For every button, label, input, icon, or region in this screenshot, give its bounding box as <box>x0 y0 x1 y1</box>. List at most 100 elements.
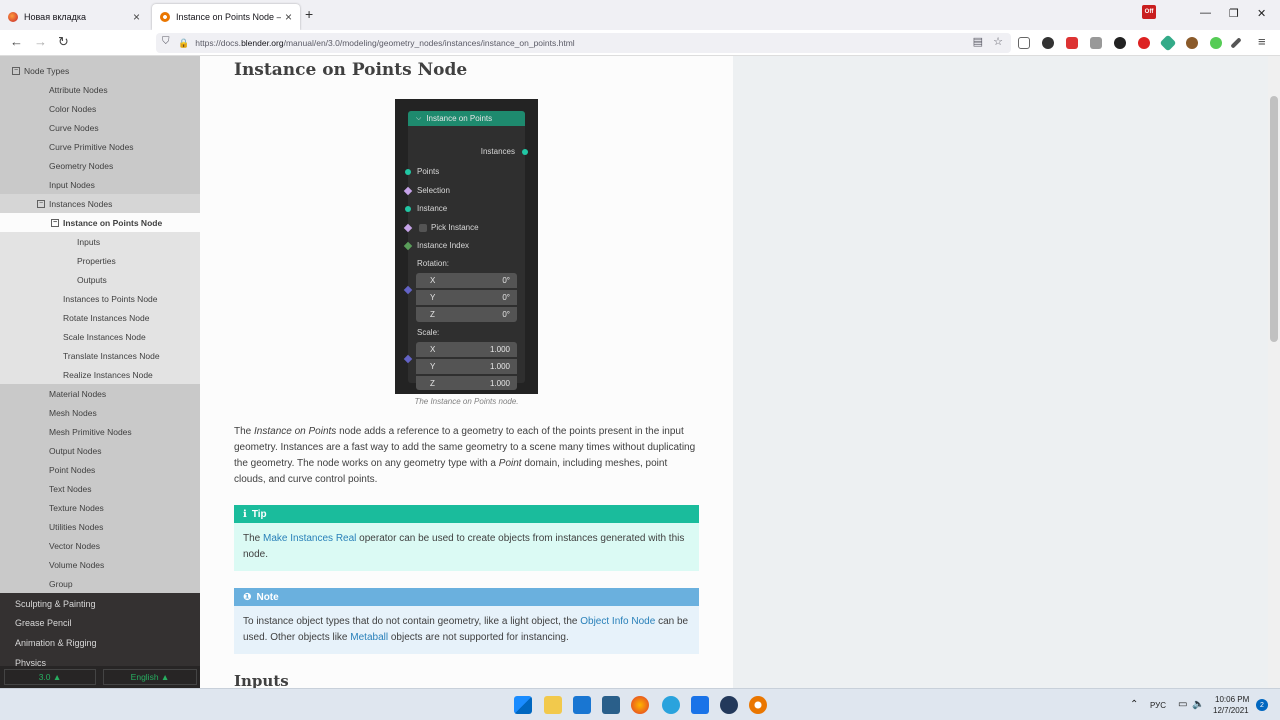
sidebar-item[interactable]: Material Nodes <box>0 384 200 403</box>
make-instances-real-link[interactable]: Make Instances Real <box>263 533 356 544</box>
field-axis: Z <box>430 378 435 388</box>
metaball-link[interactable]: Metaball <box>350 632 388 643</box>
shield-icon[interactable]: ⛉ <box>162 36 170 47</box>
extension-icon[interactable] <box>1090 37 1102 49</box>
restore-icon[interactable]: ❐ <box>1229 7 1239 20</box>
sidebar-toggle-icon[interactable] <box>1018 37 1030 49</box>
sidebar-item[interactable]: Outputs <box>0 270 200 289</box>
collapse-toggle-icon[interactable]: − <box>37 199 45 208</box>
extension-off-badge[interactable]: Off <box>1142 5 1156 19</box>
sidebar-item-label: Instance on Points Node <box>63 217 163 228</box>
collapse-toggle-icon[interactable]: − <box>12 66 20 75</box>
reload-icon[interactable]: ↻ <box>58 34 69 50</box>
notepad-icon[interactable] <box>691 696 709 714</box>
info-circle-icon: ❶ <box>243 591 252 603</box>
sidebar-item[interactable]: − Node Types <box>0 61 200 80</box>
sidebar-item[interactable]: Grease Pencil <box>0 614 200 633</box>
forward-icon[interactable]: → <box>34 34 47 49</box>
adblock-icon[interactable] <box>1138 37 1150 49</box>
sidebar-item[interactable]: Vector Nodes <box>0 536 200 555</box>
sidebar-item-label: Inputs <box>77 236 101 247</box>
sidebar-item[interactable]: Curve Nodes <box>0 118 200 137</box>
firefox-icon[interactable] <box>631 696 649 714</box>
sidebar-item[interactable]: − Instances Nodes <box>0 194 200 213</box>
bookmark-star-icon[interactable]: ☆ <box>993 35 1003 48</box>
tray-chevron-icon[interactable]: ⌃ <box>1130 699 1138 710</box>
extension-icon[interactable] <box>1114 37 1126 49</box>
sidebar-item[interactable]: Attribute Nodes <box>0 80 200 99</box>
lock-icon[interactable]: 🔒 <box>178 38 189 49</box>
telegram-icon[interactable] <box>662 696 680 714</box>
sidebar-item[interactable]: Output Nodes <box>0 441 200 460</box>
input-language[interactable]: РУС <box>1150 701 1166 710</box>
new-tab-button[interactable]: + <box>305 6 313 22</box>
sidebar-item[interactable]: Text Nodes <box>0 479 200 498</box>
sidebar-item[interactable]: Instances to Points Node <box>0 289 200 308</box>
extension-icon[interactable] <box>1186 37 1198 49</box>
notification-badge[interactable]: 2 <box>1256 699 1268 711</box>
note-title: ❶ Note <box>234 588 699 606</box>
version-selector[interactable]: 3.0 ▲ <box>4 669 96 685</box>
sidebar-item[interactable]: Animation & Rigging <box>0 634 200 653</box>
sidebar-item-label: Mesh Primitive Nodes <box>49 426 132 437</box>
sidebar-item[interactable]: Geometry Nodes <box>0 156 200 175</box>
sidebar-item[interactable]: Scale Instances Node <box>0 327 200 346</box>
object-info-node-link[interactable]: Object Info Node <box>580 616 655 627</box>
rotation-z-field: Z 0° <box>416 307 517 322</box>
clock-date[interactable]: 12/7/2021 <box>1213 706 1249 715</box>
scale-socket <box>403 354 413 364</box>
eyedropper-icon[interactable] <box>1230 37 1242 49</box>
sidebar-item-label: Group <box>49 578 73 589</box>
sidebar-item-label: Rotate Instances Node <box>63 312 150 323</box>
sidebar-item[interactable]: Volume Nodes <box>0 555 200 574</box>
scrollbar-thumb[interactable] <box>1270 96 1278 342</box>
sidebar-item[interactable]: Curve Primitive Nodes <box>0 137 200 156</box>
sidebar-item[interactable]: Texture Nodes <box>0 498 200 517</box>
sidebar-item[interactable]: Inputs <box>0 232 200 251</box>
mail-icon[interactable] <box>573 696 591 714</box>
url-bar[interactable]: ⛉ 🔒 https://docs. blender.org/manual/en/3… <box>156 33 1011 53</box>
sidebar-item-label: Utilities Nodes <box>49 521 104 532</box>
sidebar-item[interactable]: Rotate Instances Node <box>0 308 200 327</box>
file-explorer-icon[interactable] <box>544 696 562 714</box>
back-icon[interactable]: ← <box>10 34 23 49</box>
sidebar-item[interactable]: Mesh Primitive Nodes <box>0 422 200 441</box>
language-selector[interactable]: English ▲ <box>103 669 197 685</box>
photos-icon[interactable] <box>602 696 620 714</box>
extension-icon[interactable] <box>1042 37 1054 49</box>
input-label-selection: Selection <box>417 186 450 195</box>
minimize-icon[interactable]: — <box>1200 7 1211 19</box>
sidebar-item[interactable]: Realize Instances Node <box>0 365 200 384</box>
network-icon[interactable]: ▭ <box>1178 699 1187 710</box>
collapse-toggle-icon[interactable]: − <box>51 218 59 227</box>
extension-icon[interactable] <box>1066 37 1078 49</box>
extension-icon[interactable] <box>1210 37 1222 49</box>
field-axis: Y <box>430 293 436 302</box>
sidebar-item[interactable]: Properties <box>0 251 200 270</box>
clock-time[interactable]: 10:06 PM <box>1215 695 1249 704</box>
sidebar-item[interactable]: Utilities Nodes <box>0 517 200 536</box>
sidebar-item[interactable]: Translate Instances Node <box>0 346 200 365</box>
sidebar-item[interactable]: Input Nodes <box>0 175 200 194</box>
volume-icon[interactable]: 🔈 <box>1192 699 1204 710</box>
sidebar-item[interactable]: − Instance on Points Node <box>0 213 200 232</box>
sidebar-item[interactable]: Mesh Nodes <box>0 403 200 422</box>
menu-icon[interactable]: ≡ <box>1258 34 1266 49</box>
sidebar-item[interactable]: Group <box>0 574 200 593</box>
tab-new-tab[interactable]: Новая вкладка × <box>0 4 148 30</box>
sidebar-item[interactable]: Point Nodes <box>0 460 200 479</box>
blender-icon[interactable] <box>749 696 767 714</box>
start-icon[interactable] <box>514 696 532 714</box>
close-tab-icon[interactable]: × <box>285 10 292 24</box>
close-tab-icon[interactable]: × <box>133 10 140 24</box>
figure-caption: The Instance on Points node. <box>414 397 519 406</box>
field-value: 0° <box>502 310 510 319</box>
extension-icon[interactable] <box>1159 34 1177 52</box>
close-window-icon[interactable]: ✕ <box>1257 7 1266 20</box>
sidebar-item[interactable]: Color Nodes <box>0 99 200 118</box>
app-icon[interactable] <box>720 696 738 714</box>
node-header-label: Instance on Points <box>426 114 493 123</box>
tab-instance-on-points[interactable]: Instance on Points Node — Ble × <box>152 4 300 30</box>
sidebar-item[interactable]: Sculpting & Painting <box>0 594 200 613</box>
reader-view-icon[interactable]: ▤ <box>973 35 983 48</box>
